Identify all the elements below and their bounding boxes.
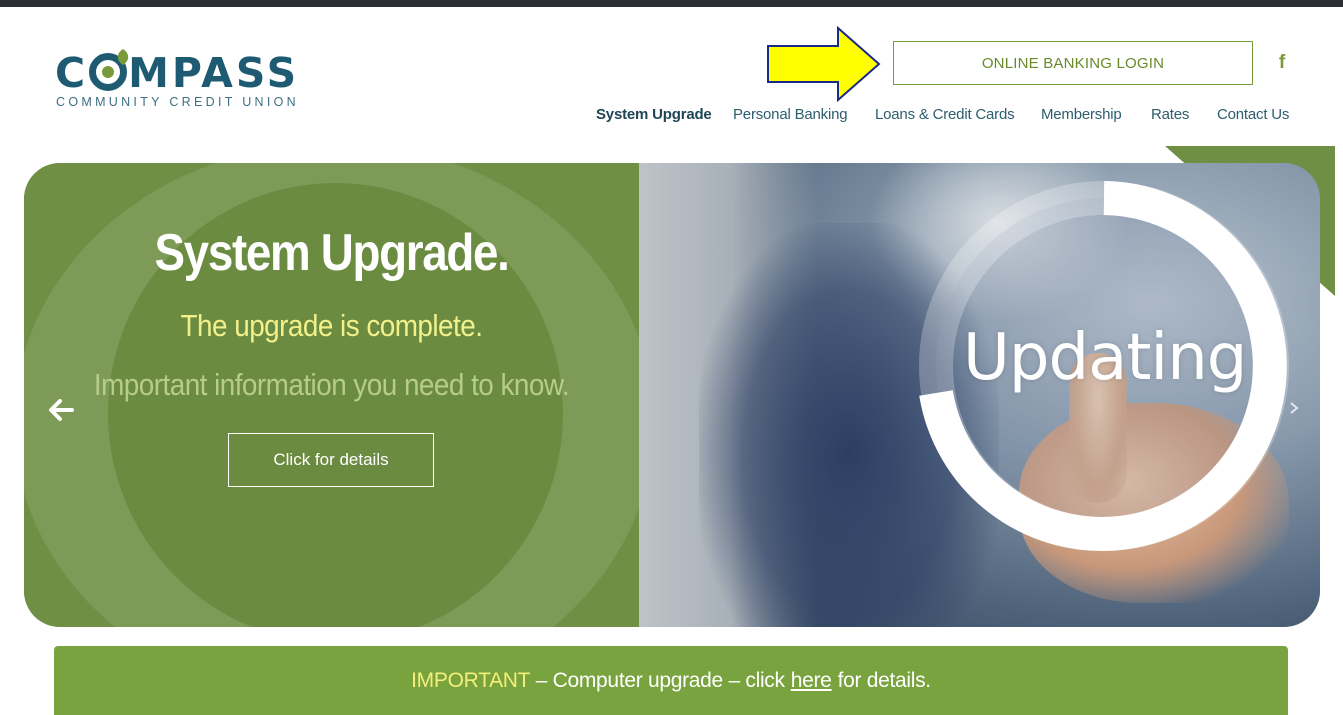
nav-item-system-upgrade[interactable]: System Upgrade [596,106,712,123]
click-for-details-button[interactable]: Click for details [228,433,434,487]
main-nav: System Upgrade Personal Banking Loans & … [0,106,1343,128]
updating-text: Updating [963,321,1247,395]
nav-item-loans-credit-cards[interactable]: Loans & Credit Cards [875,106,1015,123]
online-banking-login-button[interactable]: ONLINE BANKING LOGIN [893,41,1253,85]
hero-slider: System Upgrade. The upgrade is complete.… [24,163,1320,627]
hero-image-updating: Updating [639,163,1320,627]
nav-item-contact-us[interactable]: Contact Us [1217,106,1289,123]
logo-wordmark: C MPASS [55,50,299,96]
top-rule [0,0,1343,7]
logo-letters-mpass: MPASS [128,49,300,97]
notice-here-link[interactable]: here [791,669,832,693]
notice-text-before: – Computer upgrade – click [530,668,785,692]
important-notice-bar: IMPORTANT – Computer upgrade – click her… [54,646,1288,715]
notice-important-label: IMPORTANT [411,668,531,692]
notice-text-after: for details. [837,668,932,692]
hero-subtitle: The upgrade is complete. [180,308,483,343]
nav-item-membership[interactable]: Membership [1041,106,1122,123]
nav-item-rates[interactable]: Rates [1151,106,1189,123]
hero-title: System Upgrade. [154,224,509,282]
chevron-right-icon[interactable] [1287,401,1301,415]
hero-text-panel: System Upgrade. The upgrade is complete.… [24,163,639,627]
nav-item-personal-banking[interactable]: Personal Banking [733,106,848,123]
arrow-left-icon[interactable] [46,395,76,425]
arrow-right-annotation-icon [767,26,881,102]
facebook-icon[interactable]: f [1272,50,1292,76]
logo-letter-c: C [55,49,89,97]
compass-o-icon [89,53,128,91]
compass-logo[interactable]: C MPASS COMMUNITY CREDIT UNION [55,50,335,112]
hero-info: Important information you need to know. [93,367,570,402]
